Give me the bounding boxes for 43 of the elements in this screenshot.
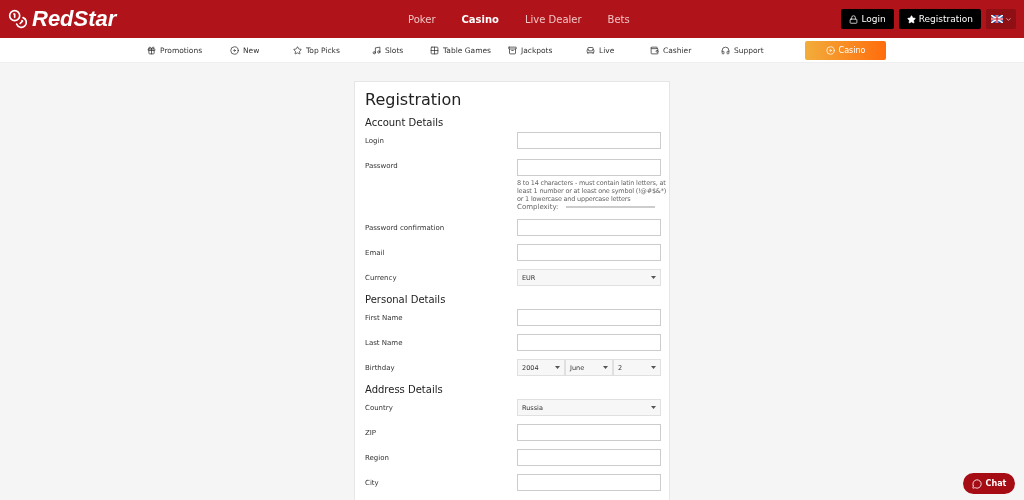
speech-bubble-icon [971,478,982,489]
flag-icon [990,15,1003,23]
text-field[interactable] [517,309,661,327]
wallet-icon [650,45,659,55]
caret-icon [651,276,656,280]
music-icon [372,45,381,55]
chat-button[interactable]: Chat [963,473,1015,494]
text-field[interactable] [517,334,661,352]
grid-icon [430,45,439,55]
caret-icon [651,366,656,370]
text-field[interactable] [517,132,661,149]
text-field[interactable] [517,244,661,262]
star-icon [293,45,302,55]
star-icon [906,14,916,24]
gift-icon [147,45,156,55]
login-button[interactable]: Login [841,9,894,29]
registration-button[interactable]: Registration [898,9,981,29]
text-field[interactable] [517,424,661,442]
language-button[interactable] [986,9,1016,29]
lock-icon [849,14,859,24]
caret-icon [651,406,656,410]
logo-text: RedStar [32,6,117,32]
disc-icon [230,45,239,55]
caret-icon [603,366,608,370]
text-field[interactable] [517,449,661,467]
text-field[interactable] [517,219,661,237]
nav-link[interactable]: Bets [607,13,630,25]
password-field[interactable] [517,159,661,176]
logo[interactable]: RedStar [8,6,408,32]
headphones-icon [721,45,730,55]
text-field[interactable] [517,474,661,492]
nav-link[interactable]: Live Dealer [524,13,582,25]
section-heading: Account Details [365,117,445,128]
caret-icon [555,366,560,370]
section-heading: Personal Details [365,294,447,306]
nav-link[interactable]: Poker [408,13,436,25]
chevron-icon [1004,15,1012,23]
section-heading: Address Details [365,384,444,396]
form-title: Registration [365,90,463,109]
nav-link[interactable]: Casino [461,13,499,25]
disc-icon [825,45,835,55]
archive-icon [508,45,517,55]
logo-icon [8,9,28,29]
